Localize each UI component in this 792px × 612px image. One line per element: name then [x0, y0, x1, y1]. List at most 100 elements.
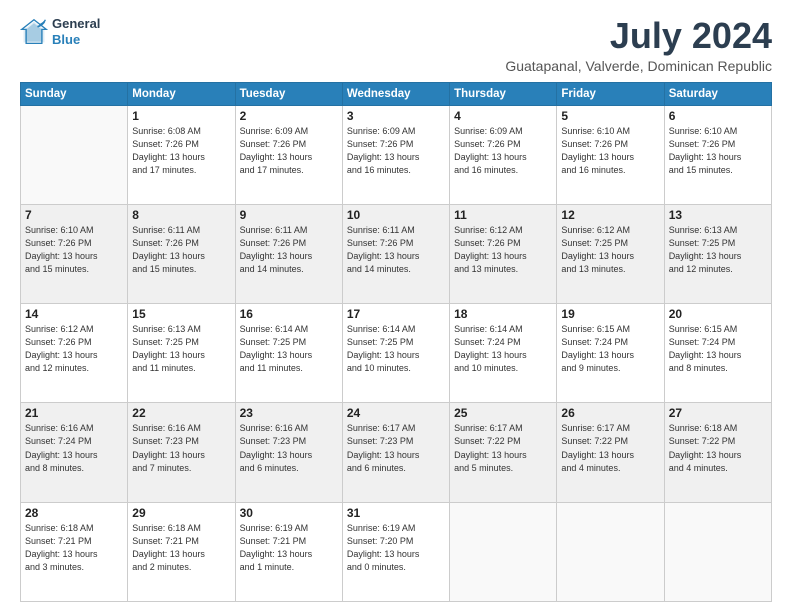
calendar-row: 21 Sunrise: 6:16 AMSunset: 7:24 PMDayligh…: [21, 403, 772, 502]
table-cell: 31 Sunrise: 6:19 AMSunset: 7:20 PMDayligh…: [342, 502, 449, 601]
table-cell: 15 Sunrise: 6:13 AMSunset: 7:25 PMDayligh…: [128, 304, 235, 403]
logo-icon: [20, 18, 48, 46]
day-info: Sunrise: 6:10 AMSunset: 7:26 PMDaylight:…: [561, 125, 659, 177]
table-cell: 26Sunrise: 6:17 AMSunset: 7:22 PMDayligh…: [557, 403, 664, 502]
day-info: Sunrise: 6:17 AMSunset: 7:22 PMDaylight:…: [454, 422, 552, 474]
day-number: 21: [25, 406, 123, 420]
day-number: 23: [240, 406, 338, 420]
day-info: Sunrise: 6:10 AMSunset: 7:26 PMDaylight:…: [25, 224, 123, 276]
page: General Blue July 2024 Guatapanal, Valve…: [0, 0, 792, 612]
day-number: 8: [132, 208, 230, 222]
day-info: Sunrise: 6:19 AMSunset: 7:20 PMDaylight:…: [347, 522, 445, 574]
table-cell: 28 Sunrise: 6:18 AMSunset: 7:21 PMDayligh…: [21, 502, 128, 601]
header-sunday: Sunday: [21, 82, 128, 105]
header-saturday: Saturday: [664, 82, 771, 105]
day-info: Sunrise: 6:16 AMSunset: 7:24 PMDaylight:…: [25, 422, 123, 474]
location-title: Guatapanal, Valverde, Dominican Republic: [505, 58, 772, 74]
table-cell: 9 Sunrise: 6:11 AMSunset: 7:26 PMDaylight…: [235, 204, 342, 303]
table-cell: 14 Sunrise: 6:12 AMSunset: 7:26 PMDayligh…: [21, 304, 128, 403]
table-cell: 22 Sunrise: 6:16 AMSunset: 7:23 PMDayligh…: [128, 403, 235, 502]
table-cell: 17Sunrise: 6:14 AMSunset: 7:25 PMDayligh…: [342, 304, 449, 403]
day-number: 14: [25, 307, 123, 321]
day-info: Sunrise: 6:10 AMSunset: 7:26 PMDaylight:…: [669, 125, 767, 177]
logo-blue-text: Blue: [52, 32, 80, 47]
table-cell: [450, 502, 557, 601]
table-cell: 29 Sunrise: 6:18 AMSunset: 7:21 PMDayligh…: [128, 502, 235, 601]
calendar-row: 7 Sunrise: 6:10 AMSunset: 7:26 PMDaylight…: [21, 204, 772, 303]
day-number: 18: [454, 307, 552, 321]
table-cell: [664, 502, 771, 601]
calendar-row: 28 Sunrise: 6:18 AMSunset: 7:21 PMDayligh…: [21, 502, 772, 601]
day-number: 31: [347, 506, 445, 520]
day-number: 2: [240, 109, 338, 123]
header-friday: Friday: [557, 82, 664, 105]
day-info: Sunrise: 6:13 AMSunset: 7:25 PMDaylight:…: [132, 323, 230, 375]
day-number: 26: [561, 406, 659, 420]
day-number: 29: [132, 506, 230, 520]
day-info: Sunrise: 6:17 AMSunset: 7:23 PMDaylight:…: [347, 422, 445, 474]
day-info: Sunrise: 6:11 AMSunset: 7:26 PMDaylight:…: [347, 224, 445, 276]
table-cell: 30Sunrise: 6:19 AMSunset: 7:21 PMDayligh…: [235, 502, 342, 601]
day-number: 1: [132, 109, 230, 123]
table-cell: 21 Sunrise: 6:16 AMSunset: 7:24 PMDayligh…: [21, 403, 128, 502]
header-thursday: Thursday: [450, 82, 557, 105]
table-cell: 7 Sunrise: 6:10 AMSunset: 7:26 PMDaylight…: [21, 204, 128, 303]
day-info: Sunrise: 6:11 AMSunset: 7:26 PMDaylight:…: [132, 224, 230, 276]
day-number: 10: [347, 208, 445, 222]
day-number: 7: [25, 208, 123, 222]
table-cell: 13 Sunrise: 6:13 AMSunset: 7:25 PMDayligh…: [664, 204, 771, 303]
calendar-table: Sunday Monday Tuesday Wednesday Thursday…: [20, 82, 772, 602]
table-cell: 16 Sunrise: 6:14 AMSunset: 7:25 PMDayligh…: [235, 304, 342, 403]
day-number: 13: [669, 208, 767, 222]
table-cell: 18Sunrise: 6:14 AMSunset: 7:24 PMDayligh…: [450, 304, 557, 403]
logo: General Blue: [20, 16, 100, 47]
table-cell: 4Sunrise: 6:09 AMSunset: 7:26 PMDaylight…: [450, 105, 557, 204]
table-cell: 10 Sunrise: 6:11 AMSunset: 7:26 PMDayligh…: [342, 204, 449, 303]
day-info: Sunrise: 6:15 AMSunset: 7:24 PMDaylight:…: [561, 323, 659, 375]
table-cell: 6 Sunrise: 6:10 AMSunset: 7:26 PMDaylight…: [664, 105, 771, 204]
day-info: Sunrise: 6:16 AMSunset: 7:23 PMDaylight:…: [132, 422, 230, 474]
day-info: Sunrise: 6:14 AMSunset: 7:25 PMDaylight:…: [240, 323, 338, 375]
day-info: Sunrise: 6:08 AMSunset: 7:26 PMDaylight:…: [132, 125, 230, 177]
day-number: 28: [25, 506, 123, 520]
table-cell: 20Sunrise: 6:15 AMSunset: 7:24 PMDayligh…: [664, 304, 771, 403]
day-number: 27: [669, 406, 767, 420]
calendar-row: 14 Sunrise: 6:12 AMSunset: 7:26 PMDayligh…: [21, 304, 772, 403]
table-cell: 24 Sunrise: 6:17 AMSunset: 7:23 PMDayligh…: [342, 403, 449, 502]
day-info: Sunrise: 6:11 AMSunset: 7:26 PMDaylight:…: [240, 224, 338, 276]
day-info: Sunrise: 6:12 AMSunset: 7:26 PMDaylight:…: [25, 323, 123, 375]
table-cell: 3Sunrise: 6:09 AMSunset: 7:26 PMDaylight…: [342, 105, 449, 204]
day-number: 15: [132, 307, 230, 321]
day-info: Sunrise: 6:16 AMSunset: 7:23 PMDaylight:…: [240, 422, 338, 474]
day-info: Sunrise: 6:13 AMSunset: 7:25 PMDaylight:…: [669, 224, 767, 276]
day-number: 16: [240, 307, 338, 321]
header: General Blue July 2024 Guatapanal, Valve…: [20, 16, 772, 74]
day-info: Sunrise: 6:18 AMSunset: 7:21 PMDaylight:…: [132, 522, 230, 574]
day-number: 9: [240, 208, 338, 222]
day-number: 22: [132, 406, 230, 420]
day-number: 24: [347, 406, 445, 420]
day-info: Sunrise: 6:18 AMSunset: 7:21 PMDaylight:…: [25, 522, 123, 574]
day-number: 17: [347, 307, 445, 321]
table-cell: 5Sunrise: 6:10 AMSunset: 7:26 PMDaylight…: [557, 105, 664, 204]
logo-text: General Blue: [52, 16, 100, 47]
logo-general: General: [52, 16, 100, 31]
day-info: Sunrise: 6:18 AMSunset: 7:22 PMDaylight:…: [669, 422, 767, 474]
day-info: Sunrise: 6:15 AMSunset: 7:24 PMDaylight:…: [669, 323, 767, 375]
day-number: 4: [454, 109, 552, 123]
table-cell: 19Sunrise: 6:15 AMSunset: 7:24 PMDayligh…: [557, 304, 664, 403]
day-number: 6: [669, 109, 767, 123]
table-cell: 23 Sunrise: 6:16 AMSunset: 7:23 PMDayligh…: [235, 403, 342, 502]
table-cell: 8 Sunrise: 6:11 AMSunset: 7:26 PMDaylight…: [128, 204, 235, 303]
header-wednesday: Wednesday: [342, 82, 449, 105]
month-title: July 2024: [505, 16, 772, 56]
table-cell: [21, 105, 128, 204]
table-cell: [557, 502, 664, 601]
day-info: Sunrise: 6:09 AMSunset: 7:26 PMDaylight:…: [240, 125, 338, 177]
day-info: Sunrise: 6:09 AMSunset: 7:26 PMDaylight:…: [347, 125, 445, 177]
calendar-row: 1 Sunrise: 6:08 AMSunset: 7:26 PMDaylight…: [21, 105, 772, 204]
table-cell: 27 Sunrise: 6:18 AMSunset: 7:22 PMDayligh…: [664, 403, 771, 502]
day-info: Sunrise: 6:12 AMSunset: 7:25 PMDaylight:…: [561, 224, 659, 276]
calendar-header-row: Sunday Monday Tuesday Wednesday Thursday…: [21, 82, 772, 105]
table-cell: 11Sunrise: 6:12 AMSunset: 7:26 PMDayligh…: [450, 204, 557, 303]
